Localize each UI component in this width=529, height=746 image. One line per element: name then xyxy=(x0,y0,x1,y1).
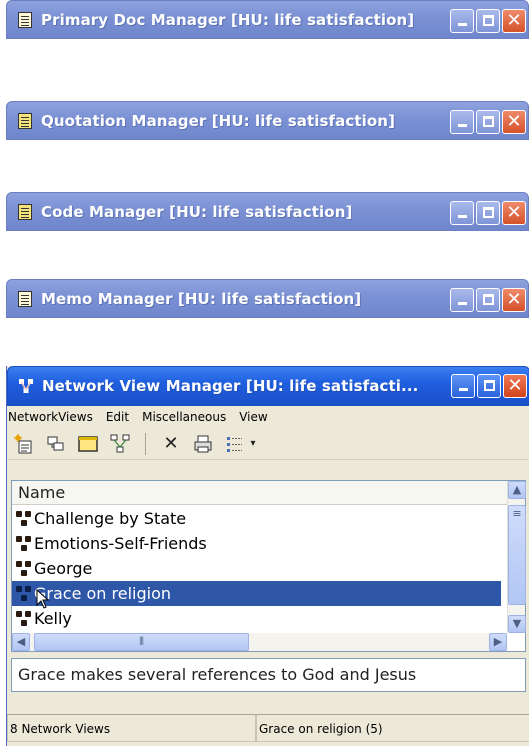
maximize-button[interactable] xyxy=(476,201,500,225)
window-title: Primary Doc Manager [HU: life satisfacti… xyxy=(41,10,415,29)
network-view-manager-titlebar[interactable]: Network View Manager [HU: life satisfact… xyxy=(7,366,529,406)
network-view-manager-window: Network View Manager [HU: life satisfact… xyxy=(6,366,529,746)
menu-bar: NetworkViews Edit Miscellaneous View xyxy=(7,406,529,428)
maximize-button[interactable] xyxy=(477,374,501,398)
minimize-button[interactable] xyxy=(451,374,475,398)
list-item[interactable]: George xyxy=(12,556,501,581)
item-label: Grace on religion xyxy=(34,584,172,603)
code-manager-titlebar[interactable]: Code Manager [HU: life satisfaction] ✕ xyxy=(6,192,529,231)
minimize-button[interactable] xyxy=(450,110,474,134)
close-button[interactable]: ✕ xyxy=(502,201,526,225)
list-item[interactable]: Kelly xyxy=(12,606,501,631)
vertical-scrollbar[interactable]: ▲ ≡ ▼ xyxy=(507,481,526,633)
code-doc-icon xyxy=(17,203,33,220)
toolbar: ✕ ▾ xyxy=(7,428,529,460)
minimize-button[interactable] xyxy=(450,9,474,33)
minimize-button[interactable] xyxy=(450,288,474,312)
status-count: 8 Network Views xyxy=(7,714,256,742)
comment-field[interactable]: Grace makes several references to God an… xyxy=(11,658,526,692)
network-view-icon xyxy=(16,535,32,552)
list-view-icon[interactable] xyxy=(224,433,246,455)
window-title: Quotation Manager [HU: life satisfaction… xyxy=(41,111,396,130)
window-icon[interactable] xyxy=(77,433,99,455)
window-title: Network View Manager [HU: life satisfact… xyxy=(42,377,419,395)
open-network-icon[interactable] xyxy=(45,433,67,455)
item-label: Emotions-Self-Friends xyxy=(34,534,207,553)
window-title: Memo Manager [HU: life satisfaction] xyxy=(41,289,362,308)
scroll-down-button[interactable]: ▼ xyxy=(508,615,526,633)
close-button[interactable]: ✕ xyxy=(502,110,526,134)
maximize-button[interactable] xyxy=(476,9,500,33)
scroll-up-button[interactable]: ▲ xyxy=(508,481,526,499)
close-button[interactable]: ✕ xyxy=(502,288,526,312)
item-label: Challenge by State xyxy=(34,509,187,528)
network-view-icon xyxy=(16,610,32,627)
list-item[interactable]: Emotions-Self-Friends xyxy=(12,531,501,556)
scroll-left-button[interactable]: ◀ xyxy=(12,633,30,651)
status-selection: Grace on religion (5) xyxy=(256,714,529,742)
network-layout-icon[interactable] xyxy=(109,433,131,455)
maximize-button[interactable] xyxy=(476,288,500,312)
close-button[interactable]: ✕ xyxy=(503,374,527,398)
quotation-manager-titlebar[interactable]: Quotation Manager [HU: life satisfaction… xyxy=(6,101,529,140)
scroll-right-button[interactable]: ▶ xyxy=(489,633,507,651)
horizontal-scrollbar[interactable]: ◀ ⦀ ▶ xyxy=(12,633,507,651)
network-view-icon xyxy=(16,510,32,527)
new-network-icon[interactable] xyxy=(13,433,35,455)
network-list: Name Challenge by State Emotions-Self-Fr… xyxy=(11,480,526,652)
menu-edit[interactable]: Edit xyxy=(106,410,129,424)
column-header-name[interactable]: Name xyxy=(12,481,507,505)
quote-doc-icon xyxy=(17,112,33,129)
delete-icon[interactable]: ✕ xyxy=(160,433,182,455)
primary-doc-manager-titlebar[interactable]: Primary Doc Manager [HU: life satisfacti… xyxy=(6,0,529,39)
maximize-button[interactable] xyxy=(476,110,500,134)
memo-manager-titlebar[interactable]: Memo Manager [HU: life satisfaction] ✕ xyxy=(6,279,529,318)
dropdown-arrow-icon[interactable]: ▾ xyxy=(248,433,258,455)
menu-miscellaneous[interactable]: Miscellaneous xyxy=(142,410,226,424)
window-title: Code Manager [HU: life satisfaction] xyxy=(41,202,353,221)
toolbar-separator xyxy=(145,432,146,455)
list-item-selected[interactable]: Grace on religion xyxy=(12,581,501,609)
item-label: George xyxy=(34,559,93,578)
document-icon xyxy=(17,11,33,28)
scroll-thumb[interactable]: ≡ xyxy=(508,505,526,605)
scroll-thumb[interactable]: ⦀ xyxy=(34,633,249,651)
status-bar: 8 Network Views Grace on religion (5) xyxy=(7,714,529,742)
minimize-button[interactable] xyxy=(450,201,474,225)
memo-doc-icon xyxy=(17,290,33,307)
network-view-icon xyxy=(16,585,32,602)
network-icon xyxy=(18,378,34,394)
list-item[interactable]: Challenge by State xyxy=(12,506,501,531)
menu-view[interactable]: View xyxy=(239,410,267,424)
network-view-icon xyxy=(16,560,32,577)
item-label: Kelly xyxy=(34,609,72,628)
close-button[interactable]: ✕ xyxy=(502,9,526,33)
print-icon[interactable] xyxy=(192,433,214,455)
menu-networkviews[interactable]: NetworkViews xyxy=(8,410,93,424)
